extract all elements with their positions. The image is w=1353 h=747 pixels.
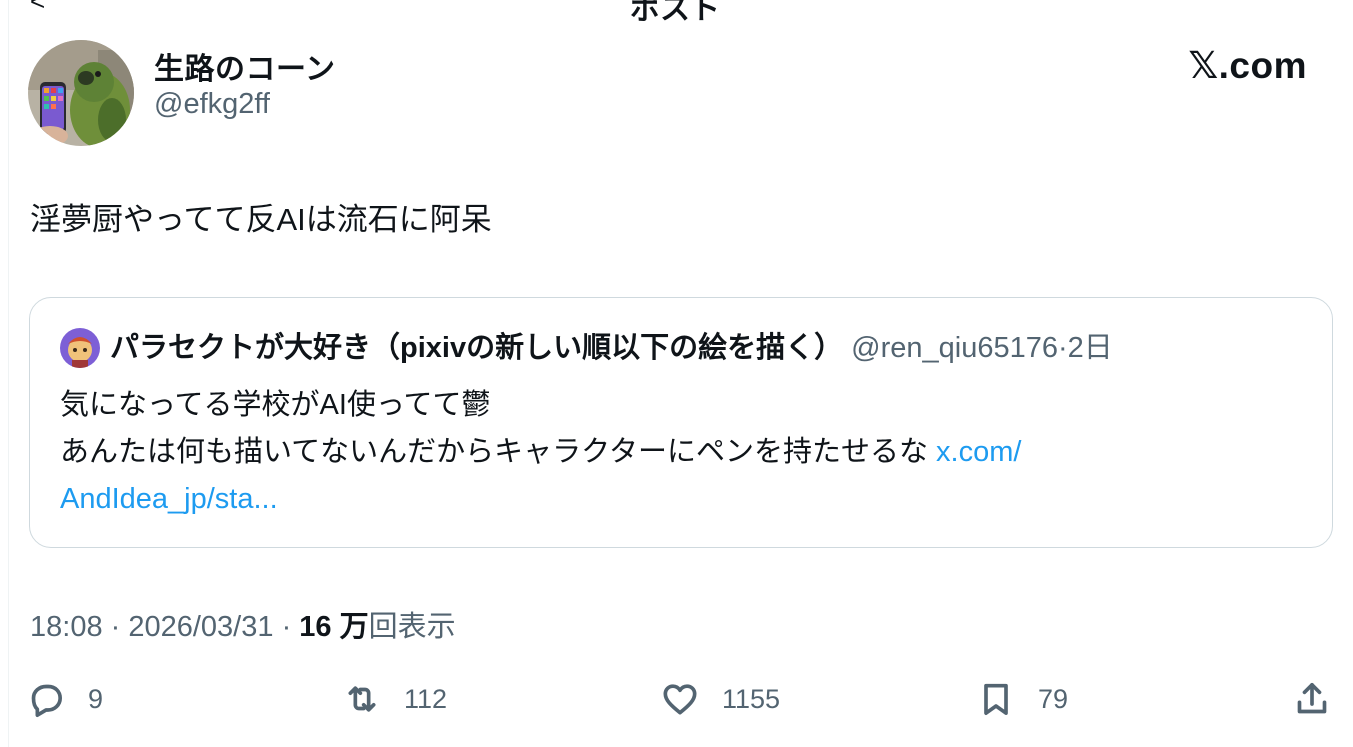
bookmark-count: 79 (1038, 683, 1069, 714)
quoted-link-start[interactable]: x.com/ (936, 436, 1021, 468)
quoted-author-handle[interactable]: @ren_qiu65176 (851, 332, 1058, 364)
share-icon (1297, 683, 1327, 714)
x-logo-brand[interactable]: 𝕏.com (1188, 44, 1307, 87)
heart-icon (663, 684, 697, 715)
quoted-link-end[interactable]: AndIdea_jp/sta... (60, 476, 1250, 523)
quoted-text-line-2-body: あんたは何も描いてないんだからキャラクターにペンを持たせるな (60, 436, 937, 468)
quoted-author-avatar[interactable] (60, 328, 100, 368)
bookmark-button[interactable]: 79 (976, 676, 1068, 722)
like-button[interactable]: 1155 (660, 676, 780, 722)
tweet-text: 淫夢厨やってて反AIは流石に阿呆 (30, 202, 492, 237)
views-count: 16 万 (299, 611, 369, 643)
retweet-count: 112 (404, 683, 448, 714)
left-divider (8, 0, 9, 747)
views-label: 回表示 (368, 611, 456, 643)
quoted-text-line-2: あんたは何も描いてないんだからキャラクターにペンを持たせるな x.com/ (60, 429, 1250, 476)
back-arrow-icon[interactable]: < (30, 0, 45, 17)
reply-count: 9 (88, 683, 104, 714)
quoted-author-name[interactable]: パラセクトが大好き（pixivの新しい順以下の絵を描く） (110, 332, 843, 364)
meta-separator-2: · (273, 611, 300, 643)
author-avatar[interactable] (28, 40, 134, 146)
quoted-tweet-header: パラセクトが大好き（pixivの新しい順以下の絵を描く） @ren_qiu651… (110, 328, 1113, 368)
meta-separator-1: · (102, 611, 129, 643)
share-button[interactable] (1292, 676, 1332, 722)
quoted-tweet-text: 気になってる学校がAI使ってて鬱 あんたは何も描いてないんだからキャラクターにペ… (60, 382, 1250, 523)
reply-icon (31, 684, 63, 717)
quoted-avatar-image (60, 328, 100, 368)
retweet-button[interactable]: 112 (342, 676, 447, 722)
tweet-time[interactable]: 18:08 (30, 611, 103, 643)
author-display-name[interactable]: 生路のコーン (154, 44, 336, 88)
retweet-icon (348, 686, 376, 712)
tweet-meta: 18:08 · 2026/03/31 · 16 万回表示 (30, 603, 456, 645)
author-handle[interactable]: @efkg2ff (154, 88, 270, 121)
quoted-text-line-1: 気になってる学校がAI使ってて鬱 (60, 389, 491, 421)
quoted-separator: · (1057, 332, 1068, 364)
avatar-image (28, 40, 134, 146)
page-title: ポスト (630, 0, 720, 26)
reply-button[interactable]: 9 (26, 676, 103, 722)
tweet-date[interactable]: 2026/03/31 (128, 611, 273, 643)
quoted-timestamp[interactable]: 2日 (1068, 332, 1113, 364)
bookmark-icon (984, 683, 1008, 715)
like-count: 1155 (722, 683, 781, 714)
quoted-tweet-card[interactable]: パラセクトが大好き（pixivの新しい順以下の絵を描く） @ren_qiu651… (29, 297, 1333, 548)
